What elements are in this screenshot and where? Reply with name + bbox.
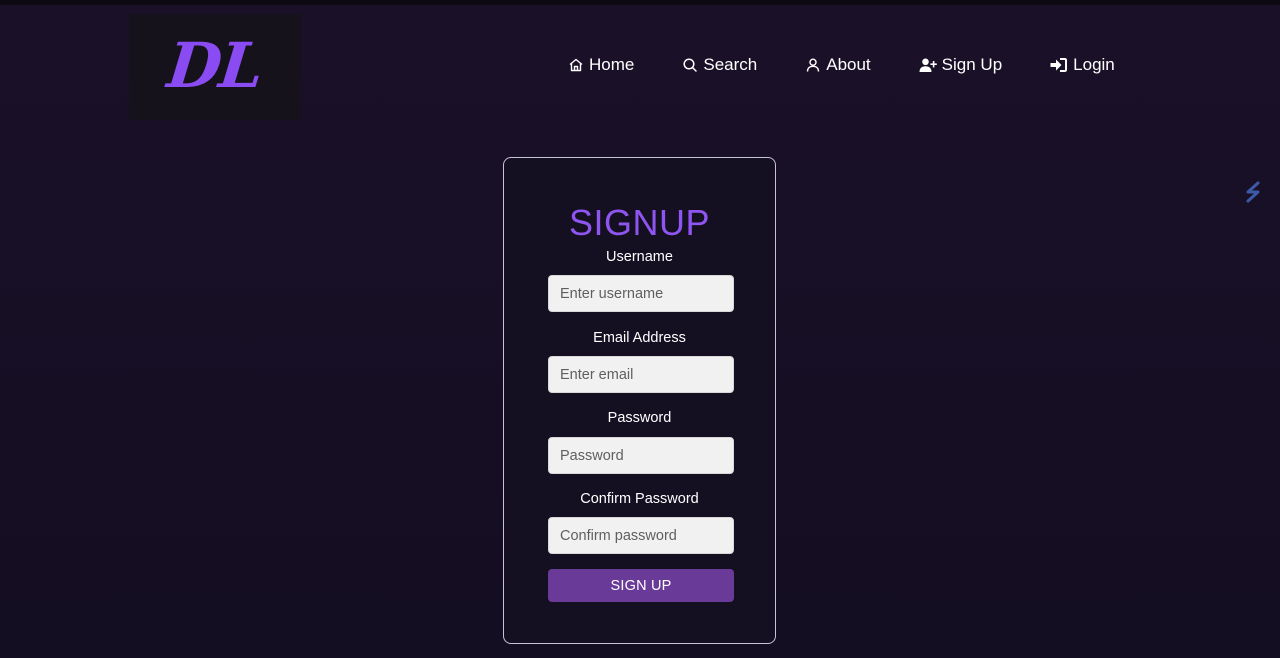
signup-card: SIGNUP Username Email Address Password C… [503, 157, 776, 644]
email-label: Email Address [593, 330, 686, 346]
home-icon [569, 58, 583, 72]
user-icon [807, 58, 820, 72]
top-border [0, 0, 1280, 5]
signup-title: SIGNUP [568, 202, 711, 243]
username-input[interactable] [548, 275, 734, 312]
signup-button[interactable]: SIGN UP [548, 569, 734, 602]
page: DL Home Search About Sign Up Login SIGNU… [0, 0, 1280, 658]
login-icon [1050, 58, 1068, 72]
nav-signup-label: Sign Up [941, 55, 1003, 74]
logo[interactable]: DL [129, 14, 301, 120]
nav-login-label: Login [1073, 55, 1115, 74]
nav-signup[interactable]: Sign Up [919, 55, 1002, 75]
nav-search-label: Search [703, 55, 758, 74]
user-plus-icon [919, 58, 937, 72]
email-input[interactable] [548, 356, 734, 393]
confirm-password-input[interactable] [548, 517, 734, 554]
extension-icon[interactable] [1243, 180, 1263, 204]
nav-search[interactable]: Search [682, 55, 757, 75]
password-label: Password [607, 410, 672, 426]
nav-login[interactable]: Login [1050, 55, 1115, 75]
username-label: Username [606, 249, 673, 265]
logo-text: DL [164, 28, 266, 102]
nav-home-label: Home [589, 55, 635, 74]
nav-home[interactable]: Home [568, 55, 634, 75]
nav-about[interactable]: About [805, 55, 871, 75]
main-nav: Home Search About Sign Up Login [568, 52, 1115, 78]
password-input[interactable] [548, 437, 734, 474]
search-icon [683, 58, 698, 72]
nav-about-label: About [826, 55, 871, 74]
confirm-password-label: Confirm Password [580, 491, 699, 507]
